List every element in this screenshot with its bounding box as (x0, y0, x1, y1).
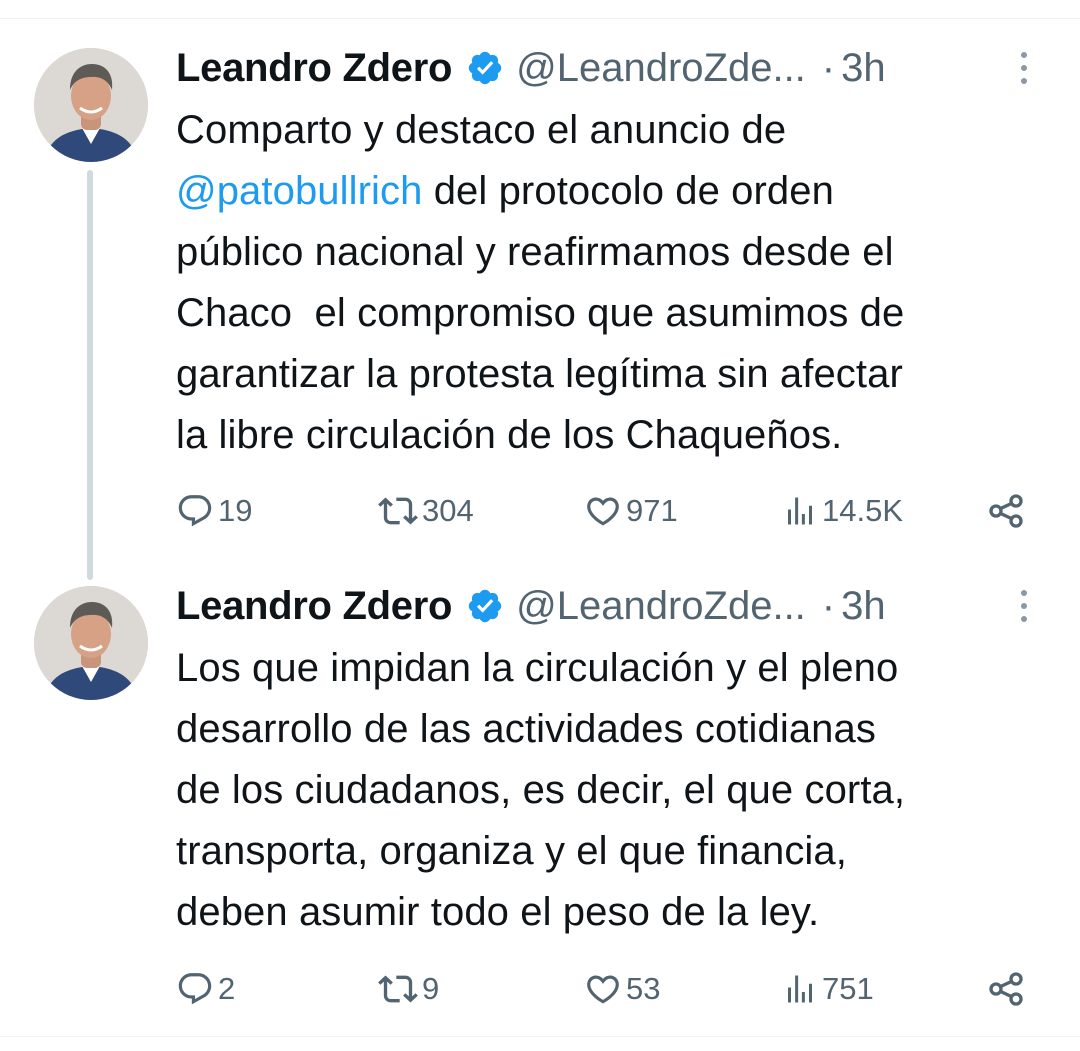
speech-bubble-icon (178, 495, 212, 527)
separator-dot: · (821, 583, 836, 628)
view-count: 14.5K (822, 493, 904, 528)
verified-badge-icon (468, 51, 502, 85)
author-handle[interactable]: @LeandroZde... (516, 584, 806, 629)
views-button[interactable]: 14.5K (782, 486, 903, 536)
tweet-timestamp[interactable]: 3h (841, 46, 886, 91)
tweet[interactable]: Leandro Zdero @LeandroZde... · 3h Compar… (0, 40, 1080, 580)
tweet-text-line: de los ciudadanos, es decir, el que cort… (176, 768, 906, 812)
bar-chart-icon (788, 497, 812, 525)
reply-button[interactable]: 19 (176, 486, 252, 536)
author-name[interactable]: Leandro Zdero (176, 584, 452, 629)
bottom-divider (0, 1036, 1080, 1037)
retweet-count: 304 (422, 493, 474, 528)
vertical-dots-icon (1015, 52, 1033, 84)
like-count: 53 (626, 971, 661, 1006)
author-handle[interactable]: @LeandroZde... (516, 46, 806, 91)
author-avatar[interactable] (34, 586, 148, 700)
like-button[interactable]: 971 (584, 486, 678, 536)
tweet-actions: 2 9 53 751 (0, 964, 1080, 1014)
views-button[interactable]: 751 (782, 964, 874, 1014)
reply-button[interactable]: 2 (176, 964, 235, 1014)
tweet-text: Comparto y destaco el anuncio de @patobu… (176, 100, 1056, 466)
tweet-actions: 19 304 971 14.5K (0, 486, 1080, 536)
like-count: 971 (626, 493, 678, 528)
more-options-button[interactable] (1015, 590, 1033, 630)
tweet-text: Los que impidan la circulación y el plen… (176, 638, 1056, 943)
retweet-arrows-icon (378, 497, 418, 525)
share-nodes-icon (989, 494, 1023, 528)
like-button[interactable]: 53 (584, 964, 660, 1014)
tweet-text-line: deben asumir todo el peso de la ley. (176, 890, 820, 934)
tweet-header: Leandro Zdero @LeandroZde... · 3h (176, 578, 1056, 634)
tweet-text-line: Chaco el compromiso que asumimos de (176, 291, 905, 335)
tweet-timestamp[interactable]: 3h (841, 584, 886, 629)
tweet-text-line: la libre circulación de los Chaqueños. (176, 413, 843, 457)
tweet-text-fragment: del protocolo de orden (422, 169, 834, 213)
heart-icon (587, 497, 619, 526)
retweet-button[interactable]: 9 (378, 964, 439, 1014)
reply-count: 2 (218, 971, 236, 1006)
verified-badge-icon (468, 589, 502, 623)
share-button[interactable] (986, 964, 1026, 1014)
separator-dot: · (821, 45, 836, 90)
retweet-button[interactable]: 304 (378, 486, 474, 536)
top-divider (0, 18, 1080, 19)
author-avatar[interactable] (34, 48, 148, 162)
heart-icon (587, 975, 619, 1004)
share-button[interactable] (986, 486, 1026, 536)
author-name[interactable]: Leandro Zdero (176, 46, 452, 91)
tweet-text-line: transporta, organiza y el que financia, (176, 829, 847, 873)
retweet-arrows-icon (378, 975, 418, 1003)
tweet[interactable]: Leandro Zdero @LeandroZde... · 3h Los qu… (0, 578, 1080, 1018)
retweet-count: 9 (422, 971, 440, 1006)
tweet-text-line: garantizar la protesta legítima sin afec… (176, 352, 903, 396)
tweet-text-line: @patobullrich del protocolo de orden (176, 161, 1056, 222)
tweet-text-line: público nacional y reafirmamos desde el (176, 230, 894, 274)
more-options-button[interactable] (1015, 52, 1033, 92)
vertical-dots-icon (1015, 590, 1033, 622)
tweet-text-line: desarrollo de las actividades cotidianas (176, 707, 876, 751)
profile-photo-man-icon (34, 48, 148, 162)
mention-link[interactable]: @patobullrich (176, 169, 422, 213)
speech-bubble-icon (178, 973, 212, 1005)
share-nodes-icon (989, 972, 1023, 1006)
bar-chart-icon (788, 975, 812, 1003)
tweet-header: Leandro Zdero @LeandroZde... · 3h (176, 40, 1056, 96)
view-count: 751 (822, 971, 874, 1006)
tweet-text-line: Los que impidan la circulación y el plen… (176, 646, 899, 690)
reply-count: 19 (218, 493, 253, 528)
tweet-text-line: Comparto y destaco el anuncio de (176, 108, 787, 152)
profile-photo-man-icon (34, 586, 148, 700)
